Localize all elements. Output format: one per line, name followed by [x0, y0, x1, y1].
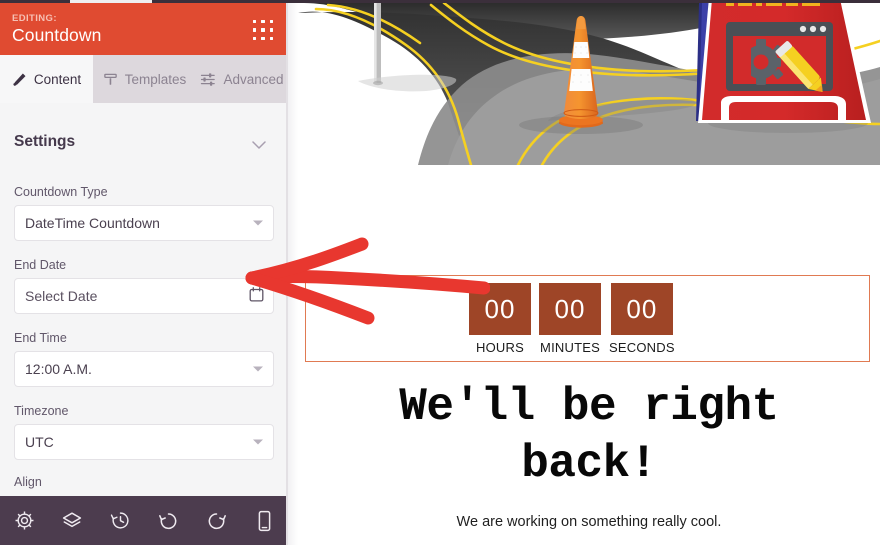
hours-value: 00 — [469, 283, 531, 335]
undo-icon[interactable] — [144, 510, 192, 531]
field-end-date: End Date Select Date — [14, 258, 274, 314]
seconds-label: SECONDS — [609, 340, 675, 355]
countdown-widget[interactable]: 00 HOURS 00 MINUTES 00 SECONDS — [305, 275, 870, 362]
sliders-icon — [200, 72, 216, 87]
preview-headline[interactable]: We'll be right back! — [318, 379, 860, 493]
end-date-value: Select Date — [25, 288, 98, 304]
countdown-type-select[interactable]: DateTime Countdown — [14, 205, 274, 241]
browser-tab-sliver — [70, 0, 152, 3]
widget-title: Countdown — [12, 25, 102, 45]
road-construction-cone-sign-illustration — [298, 3, 880, 165]
mobile-preview-icon[interactable] — [240, 510, 288, 532]
countdown-unit-minutes: 00 MINUTES — [539, 283, 601, 355]
countdown-type-label: Countdown Type — [14, 185, 108, 199]
settings-section-title: Settings — [14, 133, 76, 150]
calendar-icon[interactable] — [249, 287, 264, 306]
sidebar-divider — [286, 3, 288, 545]
field-end-time: End Time 12:00 A.M. — [14, 331, 274, 387]
end-time-value: 12:00 A.M. — [25, 361, 92, 377]
align-label: Align — [14, 475, 42, 489]
tab-templates-label: Templates — [124, 71, 187, 87]
tab-advanced[interactable]: Advanced — [196, 55, 288, 103]
sidebar-header: EDITING: Countdown — [0, 3, 288, 55]
timezone-value: UTC — [25, 434, 54, 450]
chevron-down-icon[interactable] — [252, 137, 266, 155]
revision-history-icon[interactable] — [96, 510, 144, 531]
timezone-select[interactable]: UTC — [14, 424, 274, 460]
editor-sidebar: EDITING: Countdown Content Templates Adv… — [0, 3, 288, 545]
timezone-label: Timezone — [14, 404, 69, 418]
countdown-editor-screen: EDITING: Countdown Content Templates Adv… — [0, 0, 880, 545]
caret-down-icon — [253, 439, 263, 445]
minutes-label: MINUTES — [540, 340, 600, 355]
countdown-unit-hours: 00 HOURS — [469, 283, 531, 355]
end-date-input[interactable]: Select Date — [14, 278, 274, 314]
caret-down-icon — [253, 220, 263, 226]
preview-subline[interactable]: We are working on something really cool. — [318, 514, 860, 530]
sidebar-tabs: Content Templates Advanced — [0, 55, 288, 103]
hours-label: HOURS — [476, 340, 524, 355]
tab-content-label: Content — [33, 71, 82, 87]
page-preview: 00 HOURS 00 MINUTES 00 SECONDS We'll be … — [298, 3, 880, 545]
countdown-unit-seconds: 00 SECONDS — [609, 283, 675, 355]
grid-dots-icon[interactable] — [252, 19, 274, 41]
tab-content[interactable]: Content — [0, 55, 93, 103]
field-timezone: Timezone UTC — [14, 404, 274, 460]
tab-advanced-label: Advanced — [223, 71, 284, 87]
redo-icon[interactable] — [192, 510, 240, 531]
countdown-units: 00 HOURS 00 MINUTES 00 SECONDS — [469, 283, 675, 355]
seconds-value: 00 — [610, 283, 673, 335]
field-countdown-type: Countdown Type DateTime Countdown — [14, 185, 274, 241]
end-date-label: End Date — [14, 258, 67, 272]
caret-down-icon — [253, 366, 263, 372]
pencil-icon — [12, 72, 27, 87]
sidebar-bottom-toolbar — [0, 496, 288, 545]
countdown-type-value: DateTime Countdown — [25, 215, 160, 231]
tab-templates[interactable]: Templates — [93, 55, 196, 103]
layers-icon[interactable] — [48, 511, 96, 531]
end-time-label: End Time — [14, 331, 67, 345]
sidebar-shadow — [288, 3, 298, 545]
end-time-select[interactable]: 12:00 A.M. — [14, 351, 274, 387]
template-icon — [103, 72, 118, 87]
sidebar-body: Settings Countdown Type DateTime Countdo… — [0, 103, 288, 499]
minutes-value: 00 — [539, 283, 601, 335]
settings-icon[interactable] — [0, 510, 48, 531]
editing-eyebrow: EDITING: — [12, 13, 57, 24]
